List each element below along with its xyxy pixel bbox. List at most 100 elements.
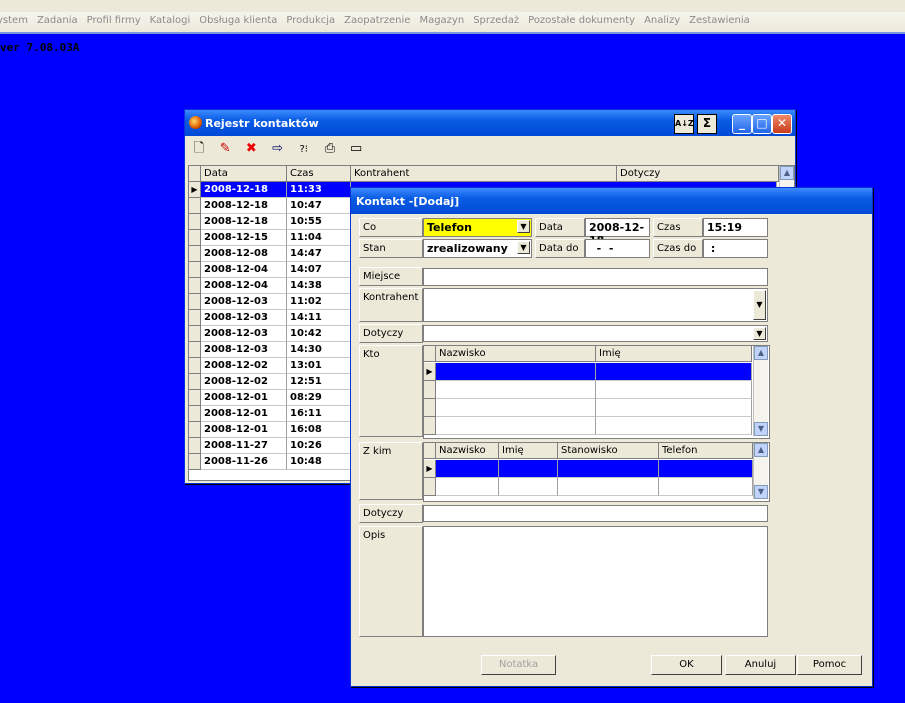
chevron-up-icon[interactable]: ▲ — [754, 443, 768, 457]
nazwisko-cell[interactable] — [436, 399, 596, 417]
opis-textarea[interactable] — [423, 526, 768, 637]
time-cell[interactable]: 10:42 — [287, 326, 351, 342]
data-field[interactable]: 2008-12-18 — [585, 218, 650, 247]
chevron-down-icon[interactable]: ▼ — [517, 220, 530, 233]
row-indicator[interactable]: ▶ — [424, 363, 436, 381]
close-button[interactable]: ✕ — [772, 114, 792, 134]
time-cell[interactable]: 10:48 — [287, 454, 351, 470]
date-cell[interactable]: 2008-12-04 — [201, 262, 287, 278]
column-header[interactable]: Imię — [596, 346, 752, 362]
cancel-button[interactable]: Anuluj — [725, 655, 796, 675]
time-cell[interactable]: 10:26 — [287, 438, 351, 454]
menu-item[interactable]: ystem — [0, 15, 28, 26]
miejsce-field[interactable] — [423, 268, 768, 286]
chevron-down-icon[interactable]: ▼ — [754, 422, 768, 436]
delete-record-icon[interactable]: ✖ — [241, 140, 261, 158]
row-indicator[interactable] — [189, 214, 201, 230]
row-indicator[interactable] — [189, 310, 201, 326]
time-cell[interactable]: 13:01 — [287, 358, 351, 374]
time-cell[interactable]: 14:07 — [287, 262, 351, 278]
chevron-down-icon[interactable]: ▼ — [517, 241, 530, 254]
row-indicator[interactable] — [189, 406, 201, 422]
date-cell[interactable]: 2008-12-03 — [201, 294, 287, 310]
time-cell[interactable]: 12:51 — [287, 374, 351, 390]
search-help-icon[interactable]: ?⁝ — [294, 141, 314, 159]
row-indicator[interactable] — [189, 246, 201, 262]
time-cell[interactable]: 16:11 — [287, 406, 351, 422]
nazwisko-cell[interactable] — [436, 363, 596, 381]
row-indicator[interactable] — [424, 417, 436, 435]
notatka-button[interactable]: Notatka — [481, 655, 556, 675]
zkim-cell[interactable] — [659, 460, 753, 478]
time-cell[interactable]: 08:29 — [287, 390, 351, 406]
date-cell[interactable]: 2008-12-03 — [201, 326, 287, 342]
imie-cell[interactable] — [596, 381, 752, 399]
czas-field[interactable]: 15:19 — [703, 218, 768, 237]
zkim-cell[interactable] — [659, 478, 753, 496]
date-cell[interactable]: 2008-12-03 — [201, 310, 287, 326]
new-document-icon[interactable]: 🗋 — [189, 140, 209, 158]
row-indicator[interactable] — [189, 262, 201, 278]
time-cell[interactable]: 10:47 — [287, 198, 351, 214]
row-indicator[interactable] — [189, 198, 201, 214]
row-indicator[interactable] — [424, 381, 436, 399]
sort-button[interactable]: A↓Z — [674, 114, 694, 134]
dotyczy2-field[interactable] — [423, 505, 768, 522]
czas-do-field[interactable]: : — [703, 239, 768, 258]
row-indicator[interactable] — [189, 278, 201, 294]
column-header[interactable]: Czas — [287, 166, 351, 182]
row-indicator[interactable] — [189, 454, 201, 470]
co-select[interactable]: Telefon ▼ — [423, 218, 532, 237]
time-cell[interactable]: 10:55 — [287, 214, 351, 230]
column-header[interactable]: Stanowisko — [558, 443, 659, 459]
zkim-cell[interactable] — [499, 478, 558, 496]
column-header[interactable]: Telefon — [659, 443, 753, 459]
menu-item[interactable]: Zestawienia — [689, 15, 750, 26]
time-cell[interactable]: 14:38 — [287, 278, 351, 294]
data-do-field[interactable]: - - — [585, 239, 650, 258]
menu-item[interactable]: Zaopatrzenie — [344, 15, 410, 26]
zkim-cell[interactable] — [558, 478, 659, 496]
dialog-titlebar[interactable]: Kontakt -[Dodaj] — [351, 188, 872, 214]
row-indicator[interactable] — [424, 399, 436, 417]
stan-select[interactable]: zrealizowany ▼ — [423, 239, 532, 258]
date-cell[interactable]: 2008-11-26 — [201, 454, 287, 470]
row-indicator[interactable] — [189, 294, 201, 310]
menu-item[interactable]: Analizy — [644, 15, 680, 26]
column-header[interactable]: Dotyczy — [617, 166, 779, 182]
maximize-button[interactable]: □ — [752, 114, 772, 134]
row-indicator[interactable] — [189, 374, 201, 390]
row-indicator[interactable]: ▶ — [424, 460, 436, 478]
date-cell[interactable]: 2008-11-27 — [201, 438, 287, 454]
zkim-cell[interactable] — [499, 460, 558, 478]
chevron-up-icon[interactable]: ▲ — [754, 346, 768, 360]
time-cell[interactable]: 16:08 — [287, 422, 351, 438]
column-header[interactable]: Nazwisko — [436, 443, 499, 459]
time-cell[interactable]: 14:47 — [287, 246, 351, 262]
imie-cell[interactable] — [596, 363, 752, 381]
column-header[interactable]: Data — [201, 166, 287, 182]
date-cell[interactable]: 2008-12-18 — [201, 198, 287, 214]
date-cell[interactable]: 2008-12-03 — [201, 342, 287, 358]
row-indicator[interactable] — [189, 422, 201, 438]
menu-item[interactable]: Obsługa klienta — [199, 15, 277, 26]
print-icon[interactable]: ⎙ — [320, 140, 340, 158]
row-indicator[interactable] — [424, 478, 436, 496]
date-cell[interactable]: 2008-12-02 — [201, 358, 287, 374]
chevron-down-icon[interactable]: ▼ — [753, 327, 766, 340]
chevron-down-icon[interactable]: ▼ — [754, 485, 768, 499]
preview-icon[interactable]: ▭ — [346, 140, 366, 158]
zkim-cell[interactable] — [436, 478, 499, 496]
export-icon[interactable]: ⇨ — [268, 140, 288, 158]
menu-item[interactable]: Katalogi — [150, 15, 191, 26]
time-cell[interactable]: 11:02 — [287, 294, 351, 310]
column-header[interactable]: Kontrahent — [351, 166, 617, 182]
dotyczy-select[interactable]: ▼ — [423, 325, 768, 342]
time-cell[interactable]: 11:33 — [287, 182, 351, 198]
vertical-scrollbar[interactable]: ▲ ▼ — [753, 443, 768, 499]
imie-cell[interactable] — [596, 399, 752, 417]
menu-item[interactable]: Magazyn — [419, 15, 464, 26]
time-cell[interactable]: 14:30 — [287, 342, 351, 358]
time-cell[interactable]: 14:11 — [287, 310, 351, 326]
chevron-up-icon[interactable]: ▲ — [780, 166, 794, 180]
